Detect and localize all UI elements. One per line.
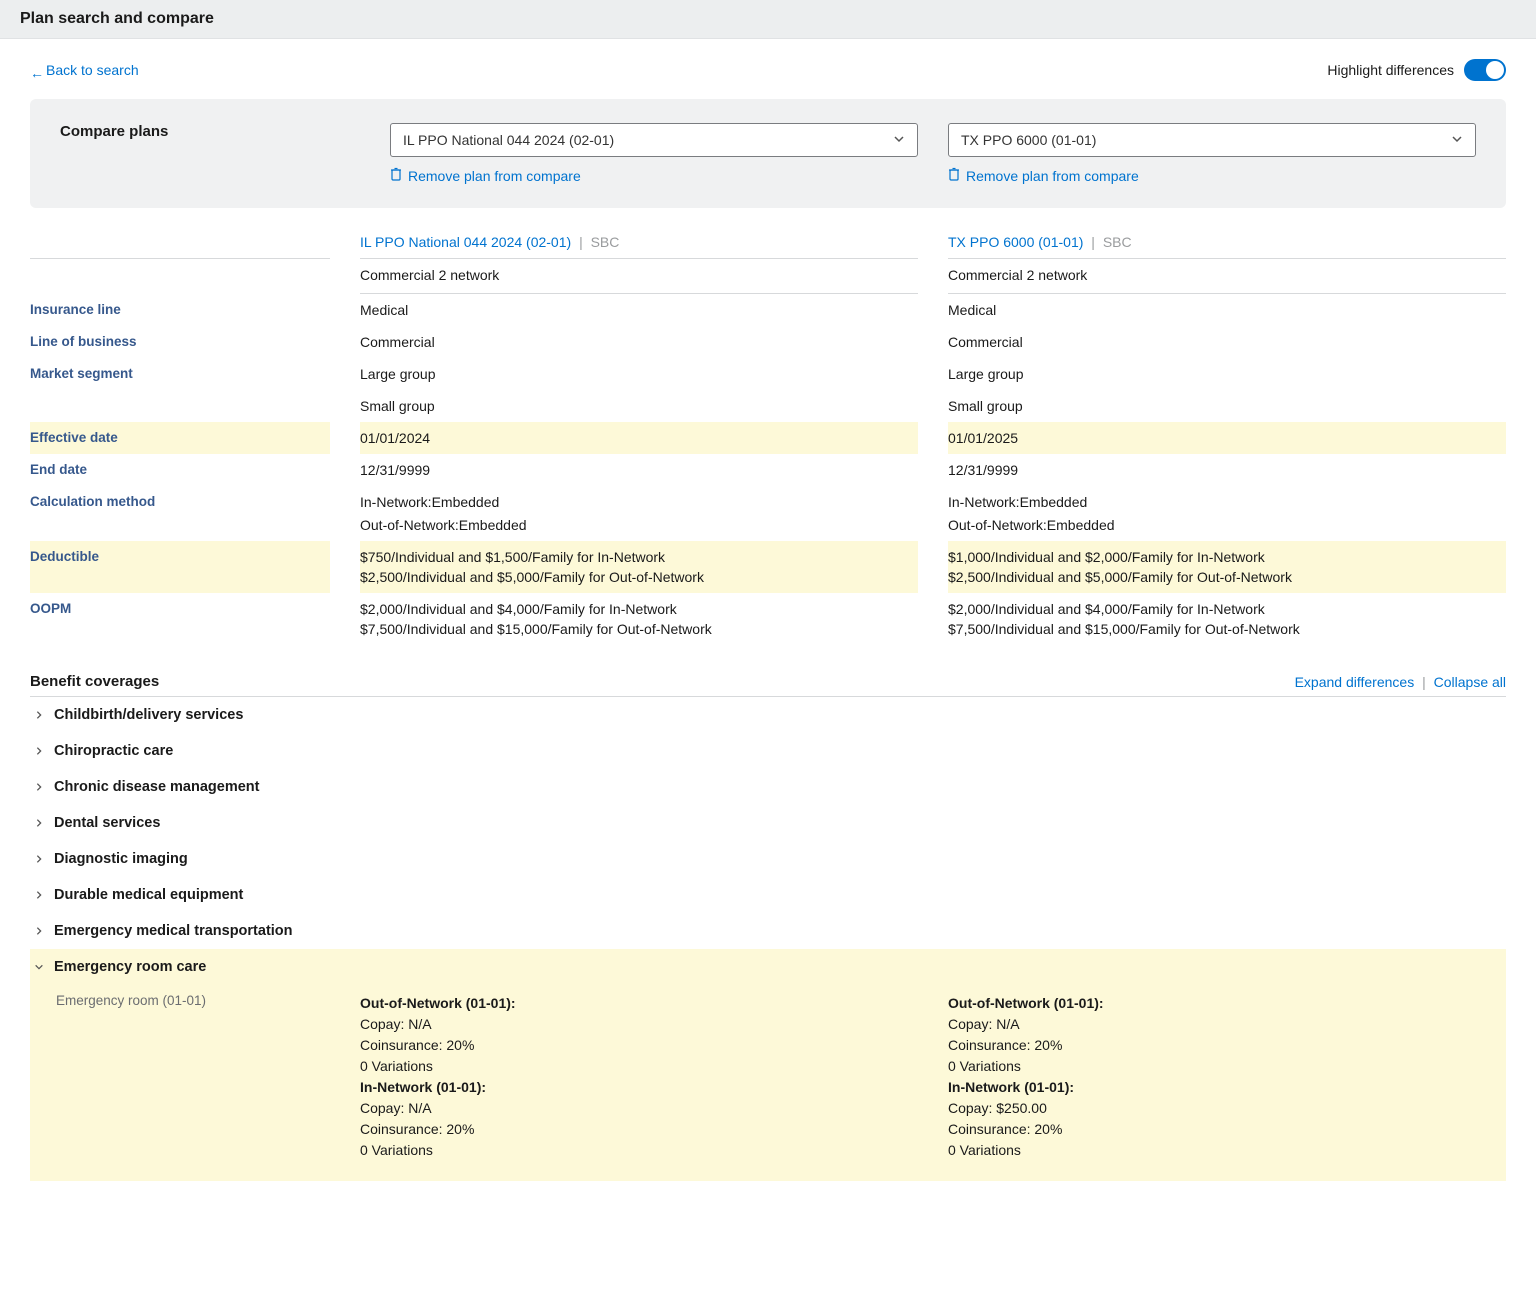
compare-panel: Compare plans IL PPO National 044 2024 (… [30, 99, 1506, 208]
compare-panel-title: Compare plans [60, 123, 360, 140]
row-label-lob: Line of business [30, 326, 330, 358]
row-label-oopm: OOPM [30, 593, 330, 619]
cell-value: In-Network:Embedded [360, 486, 918, 517]
remove-plan-a-label: Remove plan from compare [408, 168, 581, 184]
page-header: Plan search and compare [0, 0, 1536, 39]
benefit-label: Chiropractic care [54, 743, 173, 759]
cell-value: Large group [948, 358, 1506, 390]
expand-differences-link[interactable]: Expand differences [1295, 674, 1415, 690]
benefit-row[interactable]: Chiropractic care [30, 733, 1506, 769]
benefit-row[interactable]: Dental services [30, 805, 1506, 841]
page-title: Plan search and compare [20, 10, 1516, 28]
row-label-calc-method: Calculation method [30, 486, 330, 517]
plan-data-grid: IL PPO National 044 2024 (02-01) | SBC T… [30, 226, 1506, 645]
plan-b-select-value: TX PPO 6000 (01-01) [961, 132, 1096, 148]
row-label-end-date: End date [30, 454, 330, 486]
cell-value: $7,500/Individual and $15,000/Family for… [948, 619, 1506, 645]
cell-value: Medical [948, 294, 1506, 326]
plan-b-select[interactable]: TX PPO 6000 (01-01) [948, 123, 1476, 157]
benefit-label: Chronic disease management [54, 779, 260, 795]
row-label-deductible: Deductible [30, 541, 330, 567]
plan-a-network: Commercial 2 network [360, 259, 918, 294]
plan-b-network: Commercial 2 network [948, 259, 1506, 294]
benefits-accordion: Childbirth/delivery services Chiropractic… [30, 697, 1506, 985]
highlight-toggle-label: Highlight differences [1327, 62, 1454, 78]
cell-value: $7,500/Individual and $15,000/Family for… [360, 619, 918, 645]
collapse-all-link[interactable]: Collapse all [1434, 674, 1506, 690]
plan-a-select[interactable]: IL PPO National 044 2024 (02-01) [390, 123, 918, 157]
plan-a-sbc[interactable]: SBC [591, 234, 620, 250]
cell-value: Large group [360, 358, 918, 390]
arrow-left-icon [30, 65, 40, 75]
row-label-insurance-line: Insurance line [30, 294, 330, 326]
cell-value: $1,000/Individual and $2,000/Family for … [948, 541, 1506, 567]
chevron-right-icon [34, 923, 44, 939]
plan-b-sbc[interactable]: SBC [1103, 234, 1132, 250]
cell-value: 12/31/9999 [360, 454, 918, 486]
cell-value: 01/01/2024 [360, 422, 918, 454]
row-label-market-segment: Market segment [30, 358, 330, 390]
benefit-label: Durable medical equipment [54, 887, 243, 903]
benefit-row[interactable]: Chronic disease management [30, 769, 1506, 805]
er-sub-label: Emergency room (01-01) [30, 993, 330, 1161]
chevron-right-icon [34, 743, 44, 759]
chevron-right-icon [34, 887, 44, 903]
cell-value: Commercial [360, 326, 918, 358]
cell-value: $750/Individual and $1,500/Family for In… [360, 541, 918, 567]
benefit-row[interactable]: Emergency room care [30, 949, 1506, 985]
cell-value: Out-of-Network:Embedded [948, 517, 1506, 541]
cell-value: $2,000/Individual and $4,000/Family for … [948, 593, 1506, 619]
benefit-label: Diagnostic imaging [54, 851, 188, 867]
trash-icon [390, 167, 402, 184]
cell-value: $2,000/Individual and $4,000/Family for … [360, 593, 918, 619]
er-plan-b-detail: Out-of-Network (01-01): Copay: N/A Coins… [948, 993, 1506, 1161]
highlight-differences-toggle[interactable] [1464, 59, 1506, 81]
er-detail-panel: Emergency room (01-01) Out-of-Network (0… [30, 985, 1506, 1181]
cell-value: $2,500/Individual and $5,000/Family for … [360, 567, 918, 593]
cell-value: Small group [360, 390, 918, 422]
plan-a-select-value: IL PPO National 044 2024 (02-01) [403, 132, 614, 148]
remove-plan-b-link[interactable]: Remove plan from compare [948, 167, 1139, 184]
benefit-coverages-title: Benefit coverages [30, 673, 159, 690]
chevron-right-icon [34, 815, 44, 831]
back-to-search-link[interactable]: Back to search [30, 62, 139, 78]
toggle-knob [1486, 61, 1504, 79]
cell-value: Out-of-Network:Embedded [360, 517, 918, 541]
remove-plan-a-link[interactable]: Remove plan from compare [390, 167, 581, 184]
cell-value: In-Network:Embedded [948, 486, 1506, 517]
cell-value: Medical [360, 294, 918, 326]
benefit-row[interactable]: Childbirth/delivery services [30, 697, 1506, 733]
benefit-row[interactable]: Diagnostic imaging [30, 841, 1506, 877]
benefit-label: Dental services [54, 815, 160, 831]
chevron-down-icon [893, 132, 905, 148]
chevron-right-icon [34, 707, 44, 723]
benefit-label: Childbirth/delivery services [54, 707, 243, 723]
benefit-label: Emergency medical transportation [54, 923, 293, 939]
row-label-effective-date: Effective date [30, 422, 330, 454]
cell-value: Small group [948, 390, 1506, 422]
chevron-right-icon [34, 779, 44, 795]
benefit-row[interactable]: Emergency medical transportation [30, 913, 1506, 949]
remove-plan-b-label: Remove plan from compare [966, 168, 1139, 184]
plan-b-link[interactable]: TX PPO 6000 (01-01) [948, 234, 1083, 250]
plan-a-link[interactable]: IL PPO National 044 2024 (02-01) [360, 234, 571, 250]
benefit-row[interactable]: Durable medical equipment [30, 877, 1506, 913]
chevron-right-icon [34, 851, 44, 867]
chevron-down-icon [34, 959, 44, 975]
trash-icon [948, 167, 960, 184]
benefit-label: Emergency room care [54, 959, 206, 975]
back-link-label: Back to search [46, 62, 139, 78]
cell-value: $2,500/Individual and $5,000/Family for … [948, 567, 1506, 593]
cell-value: 01/01/2025 [948, 422, 1506, 454]
cell-value: 12/31/9999 [948, 454, 1506, 486]
er-plan-a-detail: Out-of-Network (01-01): Copay: N/A Coins… [360, 993, 918, 1161]
cell-value: Commercial [948, 326, 1506, 358]
chevron-down-icon [1451, 132, 1463, 148]
